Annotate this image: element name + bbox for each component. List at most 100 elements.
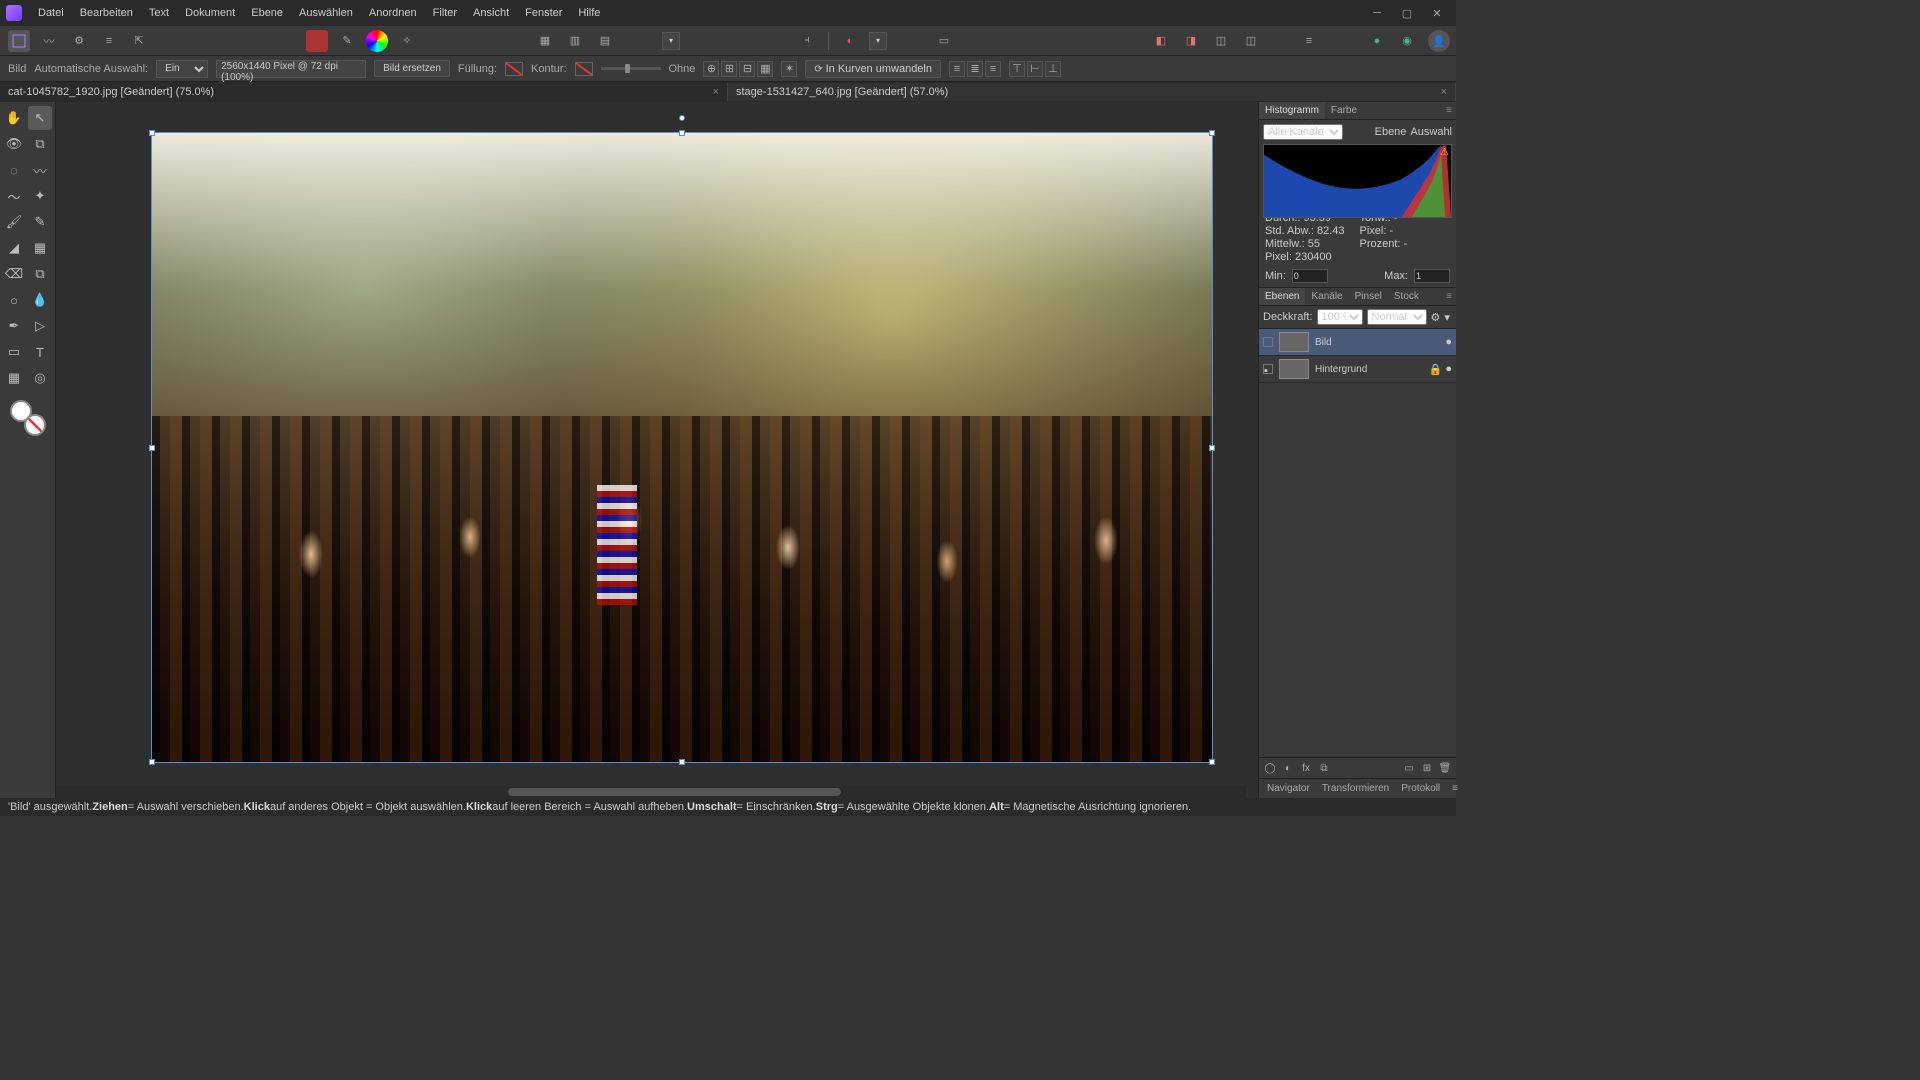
- close-button[interactable]: ✕: [1422, 3, 1452, 23]
- align-left-icon[interactable]: ≡: [949, 61, 965, 77]
- crop-layer-icon[interactable]: ⧉: [1317, 761, 1331, 775]
- transform-a-icon[interactable]: ⊕: [703, 61, 719, 77]
- transform-d-icon[interactable]: ▦: [757, 61, 773, 77]
- layer-row-hintergrund[interactable]: ▪ Hintergrund 🔒●: [1259, 356, 1456, 383]
- menu-anordnen[interactable]: Anordnen: [361, 3, 425, 23]
- move-tool-icon[interactable]: ↖: [28, 106, 52, 130]
- menu-hilfe[interactable]: Hilfe: [570, 3, 608, 23]
- menu-dokument[interactable]: Dokument: [177, 3, 243, 23]
- handle-bc[interactable]: [679, 759, 685, 765]
- dimensions-dropdown[interactable]: 2560x1440 Pixel @ 72 dpi (100%): [216, 60, 366, 78]
- valign-bot-icon[interactable]: ⊥: [1045, 61, 1061, 77]
- mesh-tool-icon[interactable]: ▦: [2, 366, 26, 390]
- stroke-swatch[interactable]: [575, 62, 593, 76]
- handle-tr[interactable]: [1209, 130, 1215, 136]
- layers-menu-icon[interactable]: ≡: [1442, 291, 1456, 302]
- panel-menu-icon[interactable]: ≡: [1442, 105, 1456, 116]
- close-tab-1-icon[interactable]: ×: [713, 86, 719, 98]
- layer-fx-icon[interactable]: ⚙: [1431, 311, 1441, 324]
- adjust-icon[interactable]: ◐: [1281, 761, 1295, 775]
- crop-tool-icon[interactable]: ⧉: [28, 132, 52, 156]
- fill-swatch[interactable]: [505, 62, 523, 76]
- delete-layer-icon[interactable]: 🗑: [1438, 761, 1452, 775]
- text-tool-icon[interactable]: T: [28, 340, 52, 364]
- grid-b-icon[interactable]: ▥: [564, 30, 586, 52]
- layer-vis-icon[interactable]: ●: [1445, 363, 1452, 376]
- align-b-icon[interactable]: ◨: [1180, 30, 1202, 52]
- handle-tl[interactable]: [149, 130, 155, 136]
- lock-icon[interactable]: 🔒: [1429, 363, 1443, 376]
- fill-tool-icon[interactable]: ◢: [2, 236, 26, 260]
- marquee-tool-icon[interactable]: ◌: [2, 158, 26, 182]
- add-layer-icon[interactable]: ⊞: [1420, 761, 1434, 775]
- handle-mr[interactable]: [1209, 445, 1215, 451]
- minimize-button[interactable]: ─: [1362, 3, 1392, 23]
- image-canvas[interactable]: [151, 132, 1213, 763]
- layer-visible-checkbox[interactable]: [1263, 337, 1273, 347]
- menu-filter[interactable]: Filter: [425, 3, 465, 23]
- rotate-handle[interactable]: [679, 115, 685, 121]
- flood-select-icon[interactable]: ✦: [28, 184, 52, 208]
- picker-icon[interactable]: ✎: [336, 30, 358, 52]
- arrange-b-icon[interactable]: ◐: [839, 30, 861, 52]
- grid-c-icon[interactable]: ▤: [594, 30, 616, 52]
- tab-kanaele[interactable]: Kanäle: [1305, 288, 1348, 305]
- tab-stock[interactable]: Stock: [1388, 288, 1425, 305]
- menu-fenster[interactable]: Fenster: [517, 3, 570, 23]
- doc-tab-1[interactable]: cat-1045782_1920.jpg [Geändert] (75.0%) …: [0, 83, 728, 101]
- menu-ebene[interactable]: Ebene: [243, 3, 291, 23]
- auto-select-dropdown[interactable]: Ein: [156, 60, 208, 78]
- doc-tab-2[interactable]: stage-1531427_640.jpg [Geändert] (57.0%)…: [728, 83, 1456, 101]
- menu-auswaehlen[interactable]: Auswählen: [291, 3, 361, 23]
- sync-b-icon[interactable]: ◉: [1396, 30, 1418, 52]
- align-c-icon[interactable]: ◫: [1210, 30, 1232, 52]
- replace-image-button[interactable]: Bild ersetzen: [374, 60, 450, 77]
- tab-transformieren[interactable]: Transformieren: [1318, 781, 1393, 796]
- view-tool-icon[interactable]: 👁: [2, 132, 26, 156]
- close-tab-2-icon[interactable]: ×: [1441, 86, 1447, 98]
- develop-persona-icon[interactable]: ⚙: [68, 30, 90, 52]
- brush-tool-icon[interactable]: 🖌: [2, 210, 26, 234]
- valign-mid-icon[interactable]: ⊢: [1027, 61, 1043, 77]
- shape-tool-icon[interactable]: ▭: [2, 340, 26, 364]
- mask-icon[interactable]: ◯: [1263, 761, 1277, 775]
- layer-more-icon[interactable]: ▾: [1444, 311, 1450, 324]
- menu-datei[interactable]: Datei: [30, 3, 72, 23]
- auswahl-button[interactable]: Auswahl: [1410, 126, 1452, 138]
- transform-c-icon[interactable]: ⊟: [739, 61, 755, 77]
- bottom-menu-icon[interactable]: ≡: [1448, 781, 1462, 796]
- photo-persona-icon[interactable]: [8, 30, 30, 52]
- handle-br[interactable]: [1209, 759, 1215, 765]
- tab-ebenen[interactable]: Ebenen: [1259, 288, 1305, 305]
- gradient-tool-icon[interactable]: ▦: [28, 236, 52, 260]
- ebene-button[interactable]: Ebene: [1375, 126, 1407, 138]
- transform-b-icon[interactable]: ⊞: [721, 61, 737, 77]
- maximize-button[interactable]: ▢: [1392, 3, 1422, 23]
- convert-curves-button[interactable]: ⟳ In Kurven umwandeln: [805, 60, 941, 78]
- fx-icon[interactable]: fx: [1299, 761, 1313, 775]
- max-input[interactable]: [1414, 269, 1450, 283]
- align-right-icon[interactable]: ≡: [985, 61, 1001, 77]
- lasso-tool-icon[interactable]: 〰: [28, 158, 52, 182]
- handle-bl[interactable]: [149, 759, 155, 765]
- tone-persona-icon[interactable]: ≡: [98, 30, 120, 52]
- hand-tool-icon[interactable]: ✋: [2, 106, 26, 130]
- layer-row-bild[interactable]: Bild ●: [1259, 329, 1456, 356]
- camera-icon[interactable]: ▭: [933, 30, 955, 52]
- menu-bearbeiten[interactable]: Bearbeiten: [72, 3, 141, 23]
- align-a-icon[interactable]: ◧: [1150, 30, 1172, 52]
- export-persona-icon[interactable]: ⇱: [128, 30, 150, 52]
- color-wheel-icon[interactable]: [366, 30, 388, 52]
- node-tool-icon[interactable]: ▷: [28, 314, 52, 338]
- layer-visible-checkbox[interactable]: ▪: [1263, 364, 1273, 374]
- wand-icon[interactable]: ✧: [396, 30, 418, 52]
- menu-text[interactable]: Text: [141, 3, 177, 23]
- color-indicator[interactable]: [10, 400, 46, 436]
- picker-tool-icon[interactable]: ◎: [28, 366, 52, 390]
- canvas-viewport[interactable]: [56, 102, 1258, 798]
- pencil-tool-icon[interactable]: ✎: [28, 210, 52, 234]
- stroke-width-slider[interactable]: [601, 67, 661, 70]
- blend-dropdown[interactable]: Normal: [1367, 309, 1427, 325]
- arrange-a-icon[interactable]: ⫞: [796, 30, 818, 52]
- opacity-dropdown[interactable]: 100 %: [1317, 309, 1363, 325]
